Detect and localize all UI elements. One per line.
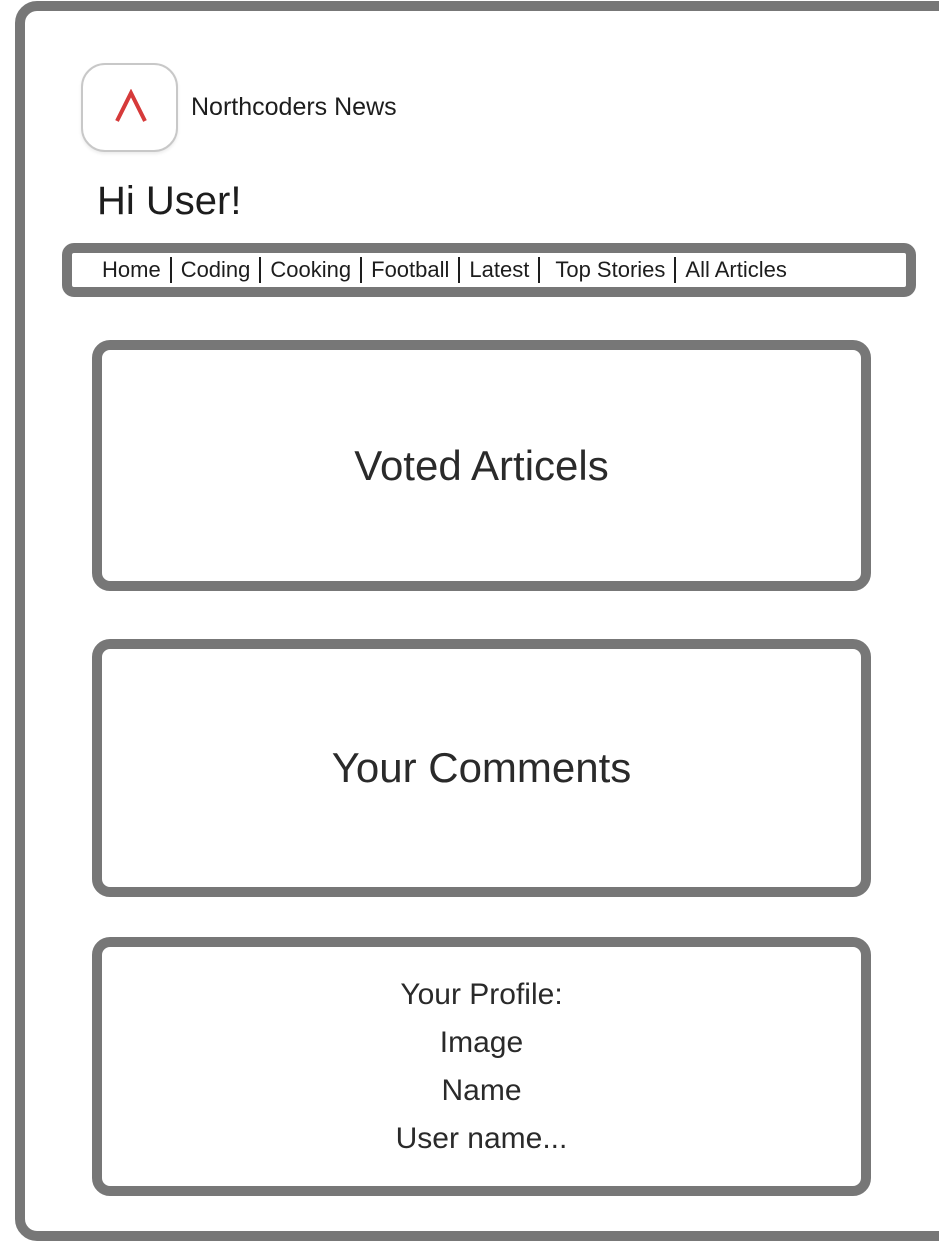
nav-divider [360, 257, 363, 283]
nav-divider [538, 257, 541, 283]
chevron-up-icon [115, 89, 147, 122]
your-comments-panel[interactable]: Your Comments [92, 639, 871, 897]
nav-item-latest[interactable]: Latest [469, 257, 529, 283]
profile-image-label: Image [439, 1025, 524, 1059]
nav-divider [259, 257, 262, 283]
nav-item-all-articles[interactable]: All Articles [685, 257, 786, 283]
nav-divider [169, 257, 172, 283]
nav-divider [674, 257, 677, 283]
profile-panel[interactable]: Your Profile: Image Name User name... [92, 937, 871, 1196]
nav-divider [458, 257, 461, 283]
greeting-heading: Hi User! [97, 179, 242, 223]
nav-item-home[interactable]: Home [102, 257, 161, 283]
logo[interactable] [81, 63, 178, 152]
voted-articles-title: Voted Articels [354, 441, 609, 489]
nav-item-coding[interactable]: Coding [181, 257, 251, 283]
nav-item-top-stories[interactable]: Top Stories [555, 257, 665, 283]
your-comments-title: Your Comments [331, 744, 632, 791]
profile-heading: Your Profile: [400, 977, 563, 1011]
profile-username-label: User name... [395, 1121, 568, 1155]
nav-item-cooking[interactable]: Cooking [270, 257, 351, 283]
nav-item-football[interactable]: Football [371, 257, 449, 283]
site-name: Northcoders News [191, 93, 397, 121]
nav-bar: Home Coding Cooking Football Latest Top … [62, 243, 916, 297]
voted-articles-panel[interactable]: Voted Articels [92, 340, 871, 591]
profile-name-label: Name [441, 1073, 522, 1107]
